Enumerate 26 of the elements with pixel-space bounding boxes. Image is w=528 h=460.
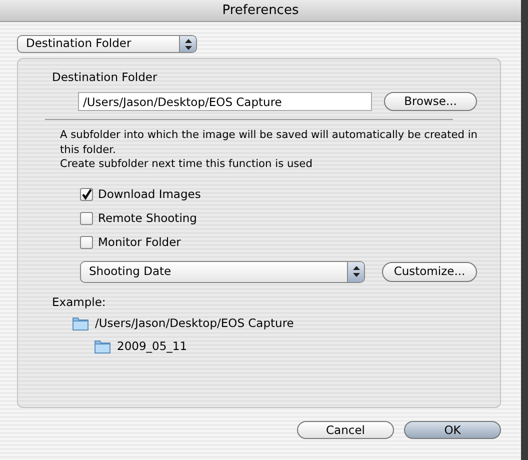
folder-name: /Users/Jason/Desktop/EOS Capture [95, 314, 294, 332]
category-dropdown[interactable]: Destination Folder [17, 35, 197, 53]
description-text: Create subfolder next time this function is used [60, 157, 314, 172]
subfolder-dropdown[interactable]: Shooting Date [80, 260, 365, 282]
path-field[interactable]: /Users/Jason/Desktop/EOS Capture [78, 92, 372, 112]
checkbox-label: Monitor Folder [98, 234, 181, 252]
checkbox[interactable] [80, 236, 93, 250]
section-label: Destination Folder [52, 69, 158, 86]
folder-icon [94, 339, 111, 354]
stepper-icon [184, 38, 192, 50]
example-label: Example: [52, 294, 106, 310]
dialog-button[interactable]: OK [404, 421, 501, 439]
checkbox[interactable] [80, 212, 93, 226]
description-text: A subfolder into which the image will be saved will automatically be created in this folder. [60, 128, 478, 158]
stepper-icon [352, 266, 360, 277]
folder-name: 2009_05_11 [117, 338, 188, 355]
checkbox-label: Remote Shooting [98, 210, 197, 227]
dropdown-value: Destination Folder [26, 36, 132, 52]
dropdown-value: Shooting Date [89, 262, 172, 280]
checkbox[interactable] [80, 188, 93, 201]
customize-button[interactable]: Customize... [382, 262, 477, 282]
window-title: Preferences [222, 2, 299, 20]
checkbox-label: Download Images [98, 186, 201, 203]
browse-button[interactable]: Browse... [384, 92, 477, 112]
dialog-button[interactable]: Cancel [297, 421, 394, 439]
folder-icon [72, 316, 89, 331]
